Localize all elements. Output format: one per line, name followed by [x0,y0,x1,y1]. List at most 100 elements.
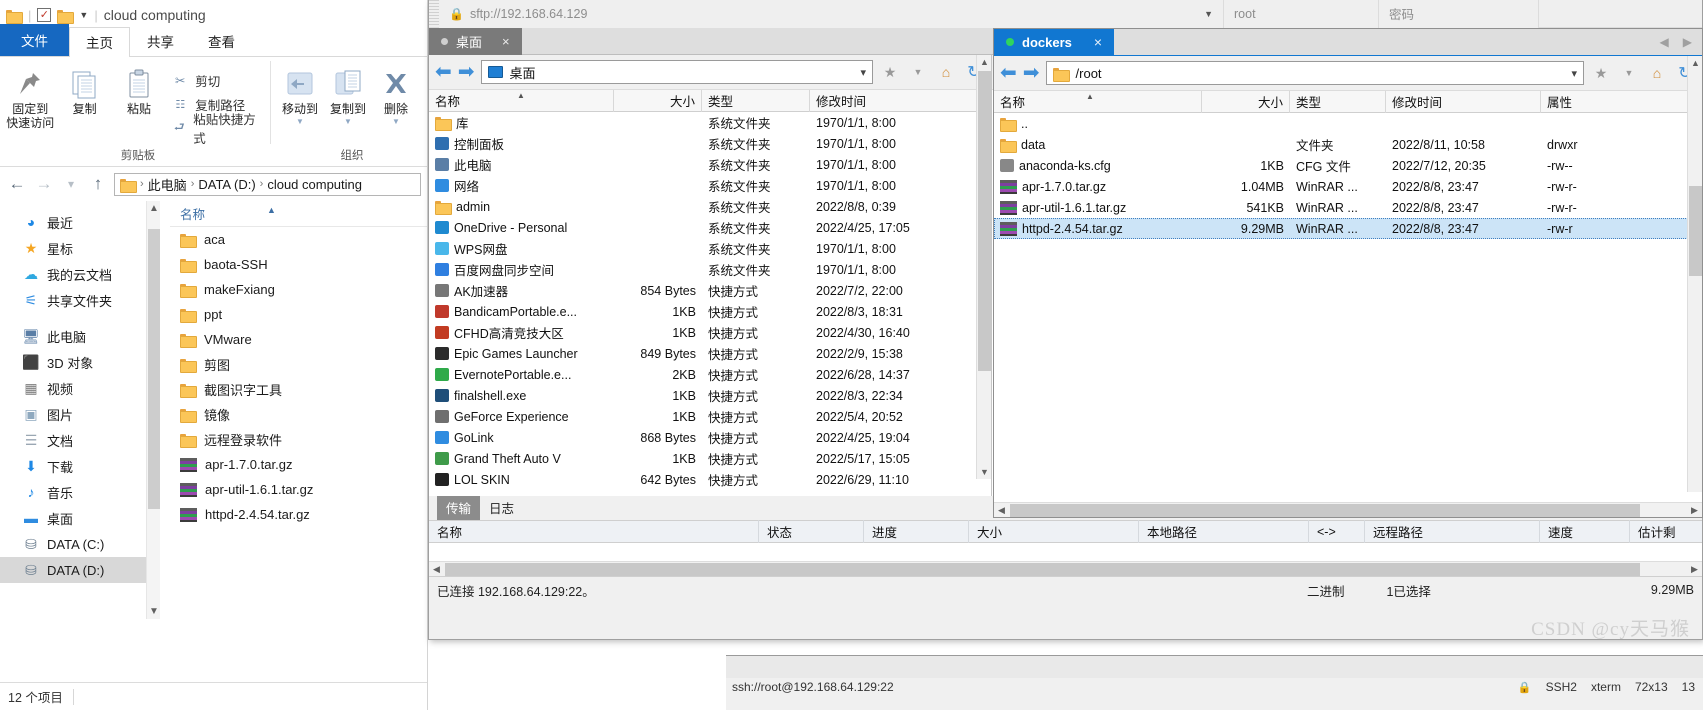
sidebar-item-12[interactable]: ⛁ DATA (C:) [0,531,160,557]
sidebar-item-7[interactable]: ▣ 图片 [0,401,160,427]
table-row[interactable]: 控制面板 系统文件夹 1970/1/1, 8:00 [429,133,991,154]
chevron-down-icon[interactable]: ▾ [860,66,866,79]
breadcrumb-item-0[interactable]: 此电脑 [148,175,187,194]
sidebar-item-9[interactable]: ⬇ 下载 [0,453,160,479]
close-icon[interactable]: × [502,34,510,49]
queue-column-status[interactable]: 状态 [759,520,864,543]
delete-button[interactable]: 删除 ▼ [373,60,419,126]
dockers-column-headers[interactable]: 名称 ▲ 大小 类型 修改时间 属性 [994,90,1702,113]
nav-scroll-thumb[interactable] [148,229,160,509]
table-row[interactable]: Epic Games Launcher 849 Bytes 快捷方式 2022/2/9… [429,343,991,364]
move-to-caret[interactable]: ▼ [296,117,304,126]
file-list-pane[interactable]: 名称 ▲ aca baota-SSH makeFxiang ppt VMware 剪图 截图… [160,201,427,619]
dockers-path-input[interactable]: /root ▾ [1045,61,1584,85]
chevron-down-icon[interactable]: ▾ [1571,67,1577,80]
dockers-rows[interactable]: .. data 文件夹 2022/8/11, 10:58 drwxr anaconda-k… [994,113,1702,239]
table-row[interactable]: CFHD高清竞技大区 1KB 快捷方式 2022/4/30, 16:40 [429,322,991,343]
chevron-down-icon[interactable]: ▼ [907,67,929,77]
table-row[interactable]: 百度网盘同步空间 系统文件夹 1970/1/1, 8:00 [429,259,991,280]
local-path-input[interactable]: 桌面 ▾ [480,60,873,84]
dockers-hscroll-thumb[interactable] [1010,504,1640,517]
back-icon[interactable]: ⬅ [435,62,452,82]
forward-icon[interactable]: ➡ [1023,63,1040,83]
forward-icon[interactable]: → [33,174,55,194]
nav-scroll-up-icon[interactable]: ▲ [147,203,160,214]
breadcrumb[interactable]: › 此电脑 › DATA (D:) › cloud computing [114,172,421,196]
sidebar-item-0[interactable]: ◕ 最近 [0,209,160,235]
queue-column-size[interactable]: 大小 [969,520,1139,543]
nav-scroll-down-icon[interactable]: ▼ [147,606,160,617]
table-row[interactable]: AK加速器 854 Bytes 快捷方式 2022/7/2, 22:00 [429,280,991,301]
column-header-name[interactable]: 名称 ▲ [994,90,1202,113]
hscroll-left-icon[interactable]: ◀ [994,503,1009,517]
breadcrumb-item-2[interactable]: cloud computing [267,177,362,192]
sidebar-item-2[interactable]: ☁ 我的云文档 [0,261,160,287]
sidebar-item-5[interactable]: ⬛ 3D 对象 [0,349,160,375]
list-item[interactable]: httpd-2.4.54.tar.gz [170,502,427,527]
queue-column-eta[interactable]: 估计剩 [1630,520,1700,543]
sidebar-item-1[interactable]: ★ 星标 [0,235,160,261]
new-folder-icon[interactable] [57,9,75,24]
site-tab-local[interactable]: 桌面 × [429,27,522,55]
table-row[interactable]: GeForce Experience 1KB 快捷方式 2022/5/4, 20:52 [429,406,991,427]
local-scroll-thumb[interactable] [978,71,991,371]
queue-column-direction[interactable]: <-> [1309,520,1365,543]
breadcrumb-item-1[interactable]: DATA (D:) [198,177,255,192]
column-header-size[interactable]: 大小 [1202,90,1290,113]
move-to-button[interactable]: 移动到 ▼ [277,60,323,126]
list-item[interactable]: apr-1.7.0.tar.gz [170,452,427,477]
sidebar-item-3[interactable]: ⚟ 共享文件夹 [0,287,160,313]
local-vertical-scrollbar[interactable]: ▲ ▼ [976,55,991,479]
checkbox-checked-icon[interactable]: ✓ [37,8,52,22]
column-header-size[interactable]: 大小 [614,89,702,112]
delete-caret[interactable]: ▼ [392,117,400,126]
queue-hscroll-thumb[interactable] [445,563,1640,576]
table-row[interactable]: .. [994,113,1702,134]
home-icon[interactable]: ⌂ [1646,65,1668,81]
copy-button[interactable]: 复制 [58,60,110,117]
recent-locations-icon[interactable]: ▾ [60,177,82,191]
back-icon[interactable]: ⬅ [1000,63,1017,83]
list-item[interactable]: 镜像 [170,402,427,427]
list-item[interactable]: ppt [170,302,427,327]
forward-icon[interactable]: ➡ [458,62,475,82]
tab-file[interactable]: 文件 [0,24,69,56]
local-rows[interactable]: 库系统文件夹 1970/1/1, 8:00 控制面板 系统文件夹 1970/1/1, 8… [429,112,991,490]
tab-log[interactable]: 日志 [480,496,523,520]
table-row[interactable]: httpd-2.4.54.tar.gz 9.29MB WinRAR ... 2022/… [994,218,1702,239]
local-pane[interactable]: ⬅ ➡ 桌面 ▾ ★ ▼ ⌂ ↻ 名称 ▲ 大小 类型 修改时间 库 系统文件夹… [429,55,992,496]
navigation-pane[interactable]: ▲ ▼ ◕ 最近 ★ 星标 ☁ 我的云文档 ⚟ 共享文件夹 🖥 此电脑 ⬛ 3D 对象 ▦ 视频 ▣ 图片 ☰ 文… [0,201,160,619]
column-header-name[interactable]: 名称 ▲ [429,89,614,112]
site-tab-dockers[interactable]: dockers × [994,29,1115,56]
sidebar-item-4[interactable]: 🖥 此电脑 [0,323,160,349]
queue-column-headers[interactable]: 名称 状态 进度 大小 本地路径 <-> 远程路径 速度 估计剩 [429,520,1702,543]
sidebar-item-8[interactable]: ☰ 文档 [0,427,160,453]
hscroll-right-icon[interactable]: ▶ [1687,562,1702,577]
home-icon[interactable]: ⌂ [935,64,957,80]
copy-to-button[interactable]: 复制到 ▼ [325,60,371,126]
sidebar-item-6[interactable]: ▦ 视频 [0,375,160,401]
dockers-file-table[interactable]: 名称 ▲ 大小 类型 修改时间 属性 .. data 文件夹 2022/8/11, 1… [994,90,1702,239]
list-item[interactable]: VMware [170,327,427,352]
queue-column-speed[interactable]: 速度 [1540,520,1630,543]
sidebar-item-10[interactable]: ♪ 音乐 [0,479,160,505]
cut-button[interactable]: ✂ 剪切 [167,68,264,92]
dockers-tab-arrows[interactable]: ◀ ▶ [1660,35,1692,49]
dockers-horizontal-scrollbar[interactable]: ◀ ▶ [994,502,1702,517]
tab-scroll-right-icon[interactable]: ▶ [1683,35,1692,49]
tab-home[interactable]: 主页 [69,27,130,57]
table-row[interactable]: anaconda-ks.cfg 1KB CFG 文件 2022/7/12, 20:35… [994,155,1702,176]
hscroll-right-icon[interactable]: ▶ [1687,503,1702,517]
column-header-type[interactable]: 类型 [1290,90,1386,113]
table-row[interactable]: GoLink 868 Bytes 快捷方式 2022/4/25, 19:04 [429,427,991,448]
table-row[interactable]: Grand Theft Auto V 1KB 快捷方式 2022/5/17, 15:0… [429,448,991,469]
table-row[interactable]: LOL SKIN 642 Bytes 快捷方式 2022/6/29, 11:10 [429,469,991,490]
local-file-table[interactable]: 名称 ▲ 大小 类型 修改时间 库系统文件夹 1970/1/1, 8:00 控制面板… [429,89,991,490]
dockers-toolbar[interactable]: ⬅ ➡ /root ▾ ★ ▼ ⌂ ↻ [994,56,1702,91]
column-header-type[interactable]: 类型 [702,89,810,112]
local-column-headers[interactable]: 名称 ▲ 大小 类型 修改时间 [429,89,991,112]
windows-explorer-window[interactable]: | ✓ ▼ | cloud computing 文件 主页 共享 查看 固定到 [0,0,428,710]
password-field[interactable]: 密码 [1379,0,1539,28]
star-icon[interactable]: ★ [1590,65,1612,82]
list-item[interactable]: makeFxiang [170,277,427,302]
